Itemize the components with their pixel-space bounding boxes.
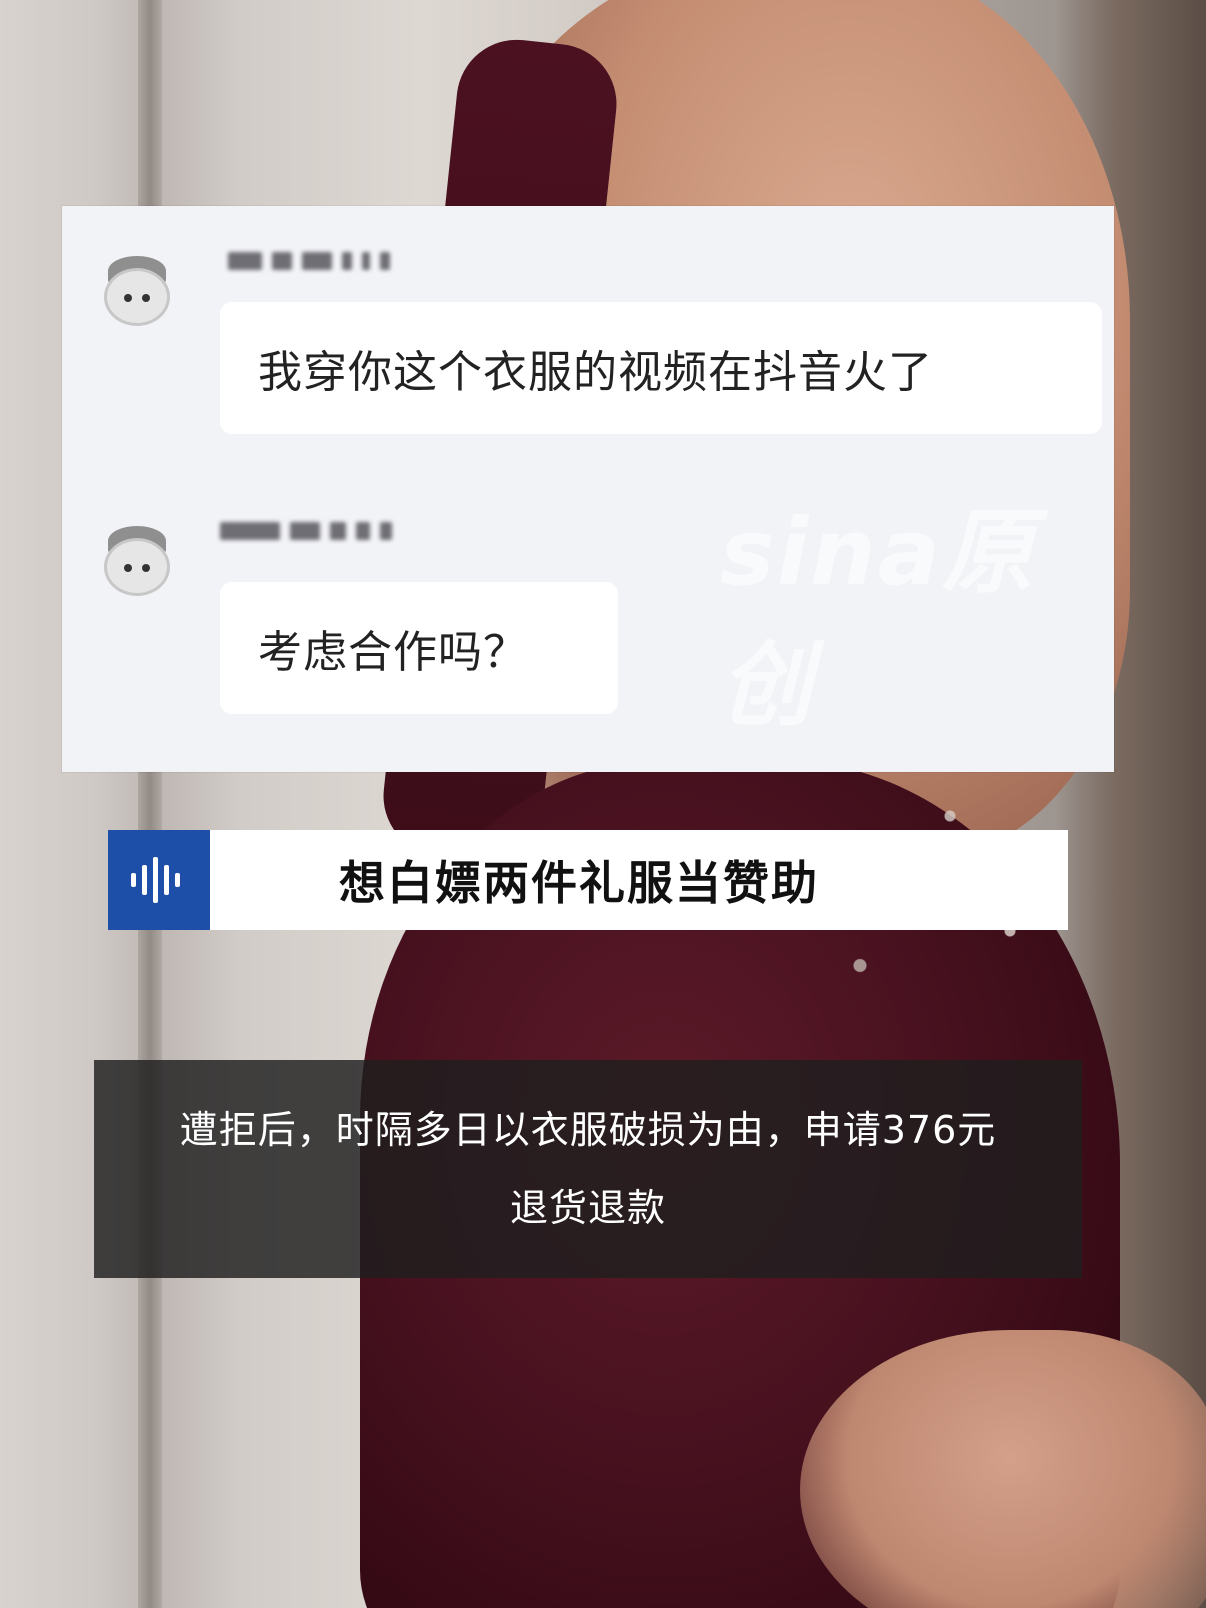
chat-screenshot-panel: 我穿你这个衣服的视频在抖音火了 考虑合作吗？ sina原创	[62, 206, 1114, 772]
message-bubble: 考虑合作吗？	[220, 582, 618, 714]
blurred-username	[228, 250, 390, 272]
user-avatar-icon	[98, 254, 176, 332]
sina-watermark: sina原创	[720, 499, 1036, 739]
caption-line-2: 退货退款	[509, 1186, 666, 1230]
user-avatar-icon	[98, 524, 176, 602]
message-bubble: 我穿你这个衣服的视频在抖音火了	[220, 302, 1102, 434]
headline-bar: 想白嫖两件礼服当赞助	[108, 830, 1068, 930]
caption-line-1: 遭拒后，时隔多日以衣服破损为由，申请376元	[179, 1108, 997, 1152]
audio-waveform-icon	[108, 830, 210, 930]
subtitle-caption: 遭拒后，时隔多日以衣服破损为由，申请376元 退货退款	[94, 1060, 1082, 1278]
blurred-username	[220, 520, 392, 542]
headline-title: 想白嫖两件礼服当赞助	[339, 856, 819, 910]
